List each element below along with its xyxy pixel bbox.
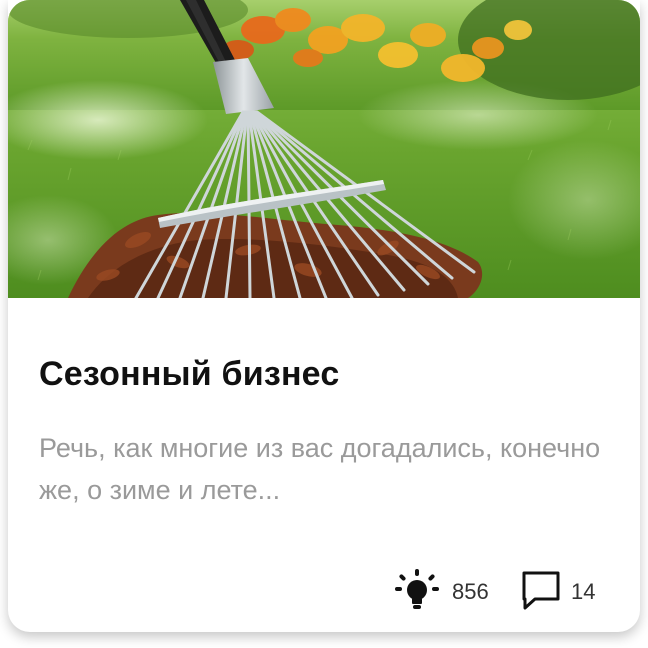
rake-on-lawn-image — [8, 0, 640, 298]
article-excerpt: Речь, как многие из вас догадались, коне… — [39, 433, 601, 505]
article-image[interactable] — [8, 0, 640, 298]
speech-bubble-icon — [521, 569, 561, 616]
lightbulb-icon — [394, 568, 440, 617]
views-count: 856 — [452, 579, 489, 604]
comments-counter[interactable]: 14 — [521, 570, 595, 614]
article-card[interactable]: Сезонный бизнес Речь, как многие из вас … — [8, 0, 640, 632]
views-counter: 856 — [394, 568, 489, 617]
comments-count: 14 — [571, 579, 596, 604]
article-title[interactable]: Сезонный бизнес — [39, 355, 339, 394]
